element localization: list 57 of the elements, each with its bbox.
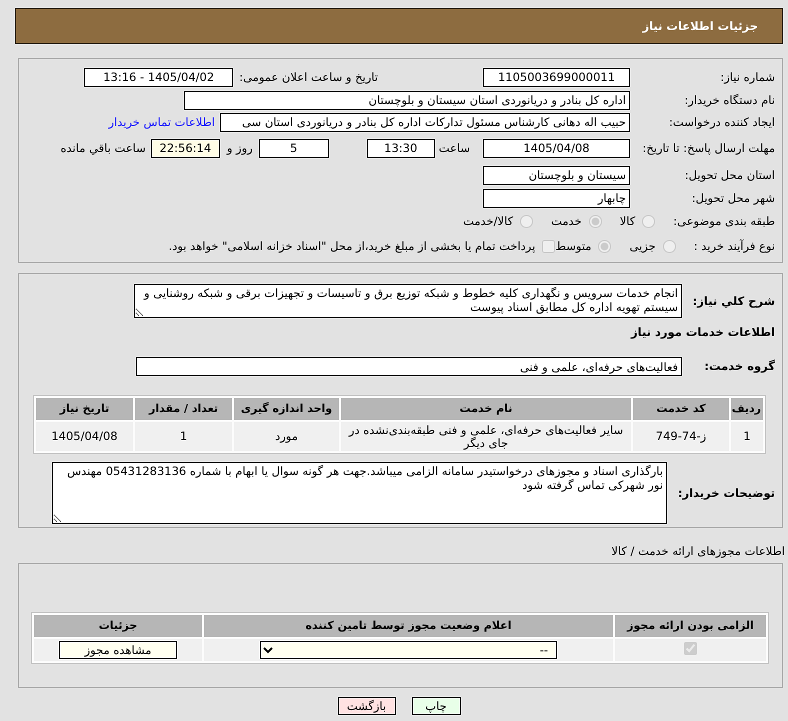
table-cell: 1405/04/08 <box>36 422 133 451</box>
table-header-cell: نام خدمت <box>341 398 631 420</box>
field-label: مهلت ارسال پاسخ: تا تاریخ: <box>641 141 776 155</box>
days-field[interactable]: 5 <box>258 138 329 158</box>
province-field[interactable]: سیستان و بلوچستان <box>483 166 630 184</box>
field-label: ساعت <box>438 140 470 156</box>
field-label: شهر محل تحویل: <box>690 191 776 205</box>
table-cell: ز-74-749 <box>633 422 729 451</box>
table-cell: 1 <box>135 422 232 451</box>
buyer-org-field[interactable]: اداره کل بنادر و دریانوردی استان سیستان و بلوچستان <box>184 90 630 110</box>
description-field[interactable]: انجام خدمات سرویس و نگهداری کلیه خطوط و شبکه توزیع برق و تاسیسات و تجهیزات برقی و شبکه روشنایی و سیستم تهویه اداره کل مطابق اسناد پیوست <box>134 284 682 318</box>
field-label: طبقه بندی موضوعی: <box>673 214 776 229</box>
remaining-time-field[interactable]: 22:56:14 <box>150 138 220 158</box>
status-select[interactable]: -- <box>260 641 557 659</box>
field-label: نام دستگاه خریدار: <box>683 93 776 107</box>
notes-field[interactable]: بارگذاری اسناد و مجوزهای درخواستیدر سامانه الزامی میباشد.جهت هر گونه سوال یا ابهام با شماره 05431283136 مهندس نور شهرکی تماس گرفته شود <box>52 462 667 524</box>
section-title: اطلاعات مجوزهای ارائه خدمت / کالا <box>610 543 785 559</box>
option-label: کالا/خدمت <box>463 214 514 229</box>
checkbox-label: پرداخت تمام یا بخشی از مبلغ خرید،از محل "اسناد خزانه اسلامی" خواهد بود. <box>168 238 536 254</box>
option-label: خدمت <box>551 214 582 229</box>
back-button[interactable]: بازگشت <box>338 697 396 715</box>
table-cell: مورد <box>234 422 339 451</box>
table-header-cell: کد خدمت <box>633 398 729 420</box>
deadline-date-field[interactable]: 1405/04/08 <box>483 138 630 158</box>
table-header-cell: تاریخ نیاز <box>36 398 133 420</box>
field-label: تاریخ و ساعت اعلان عمومی: <box>239 70 378 84</box>
announce-date-field[interactable]: 1405/04/02 - 13:16 <box>84 68 234 86</box>
table-cell: 1 <box>731 422 763 451</box>
field-label: نوع فرآیند خرید : <box>694 238 776 254</box>
field-label: گروه خدمت: <box>703 359 776 374</box>
table-header-cell: تعداد / مقدار <box>135 398 232 420</box>
need-number-field[interactable]: 1105003699000011 <box>483 68 630 86</box>
section-title: اطلاعات خدمات مورد نیاز <box>630 324 775 340</box>
requester-field[interactable]: حبیب اله دهانی کارشناس مسئول تدارکات اداره کل بنادر و دریانوردی استان سی <box>220 112 630 132</box>
field-label: توضیحات خریدار: <box>676 486 776 500</box>
table-header-cell: جزئیات <box>34 615 202 637</box>
option-label: کالا <box>620 214 636 229</box>
view-permit-button[interactable]: مشاهده مجوز <box>59 641 177 659</box>
field-label: استان محل تحویل: <box>684 168 776 182</box>
deadline-time-field[interactable]: 13:30 <box>366 138 435 158</box>
option-label: جزیی <box>629 238 656 254</box>
city-field[interactable]: چابهار <box>483 188 630 208</box>
field-label: روز و <box>226 140 253 156</box>
table-header-cell: الزامی بودن ارائه مجوز <box>615 615 766 637</box>
service-group-field[interactable]: فعالیت‌های حرفه‌ای، علمی و فنی <box>136 357 682 376</box>
field-label: شرح کلي نیاز: <box>692 294 776 308</box>
field-label: شماره نیاز: <box>719 70 776 84</box>
option-label: متوسط <box>555 238 592 254</box>
table-header-cell: اعلام وضعیت مجوز توسط تامین کننده <box>204 615 613 637</box>
table-header-cell: واحد اندازه گیری <box>234 398 339 420</box>
table-header-cell: ردیف <box>731 398 763 420</box>
page-title: جزئیات اطلاعات نیاز <box>642 18 758 34</box>
print-button[interactable]: چاپ <box>412 697 460 715</box>
field-label: ساعت باقي مانده <box>60 140 146 156</box>
field-label: ایجاد کننده درخواست: <box>668 115 776 129</box>
contact-link[interactable]: اطلاعات تماس خریدار <box>108 114 215 130</box>
table-cell: سایر فعالیت‌های حرفه‌ای، علمی و فنی طبقه‌بندی‌نشده در جای دیگر <box>341 422 631 451</box>
